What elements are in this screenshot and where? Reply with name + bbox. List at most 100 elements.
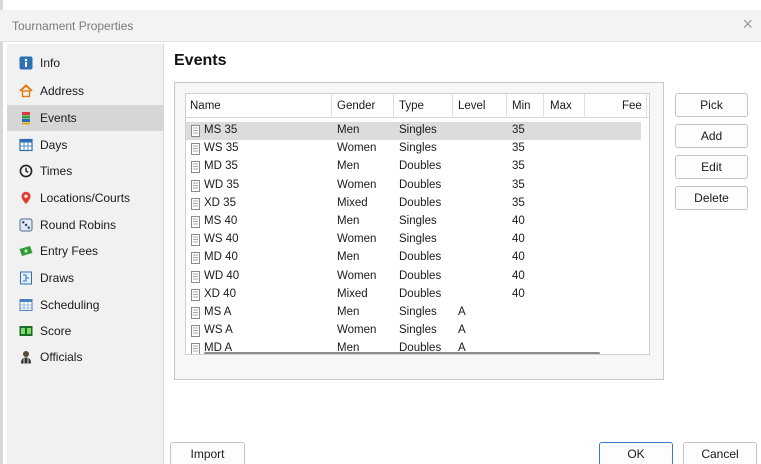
event-row-icon <box>191 252 200 267</box>
cell-type: Doubles <box>399 251 442 264</box>
table-row[interactable]: MS 35 Men Singles 35 <box>186 122 641 140</box>
cell-level: A <box>458 306 466 318</box>
column-header-level[interactable]: Level <box>458 100 486 112</box>
sidebar-item-times[interactable]: Times <box>7 158 164 184</box>
pick-button[interactable]: Pick <box>675 93 748 117</box>
sidebar-item-locations-courts[interactable]: Locations/Courts <box>7 185 164 211</box>
dice-icon <box>19 218 33 232</box>
column-divider[interactable] <box>543 94 544 118</box>
cell-name: WS A <box>204 324 233 337</box>
event-row-icon <box>191 216 200 231</box>
table-row[interactable]: WS 35 Women Singles 35 <box>186 140 641 158</box>
column-divider[interactable] <box>584 94 585 118</box>
sidebar-item-address[interactable]: Address <box>7 78 164 104</box>
cell-type: Singles <box>399 142 437 155</box>
column-divider[interactable] <box>506 94 507 118</box>
close-icon[interactable]: × <box>742 15 753 33</box>
cell-gender: Men <box>337 215 360 227</box>
cell-type: Doubles <box>399 196 442 209</box>
table-row[interactable]: XD 35 Mixed Doubles 35 <box>186 195 641 213</box>
sidebar-item-label: Locations/Courts <box>40 191 131 205</box>
horizontal-scrollbar[interactable] <box>204 352 600 354</box>
cell-gender: Women <box>337 233 377 246</box>
event-row-icon <box>191 234 200 249</box>
table-row[interactable]: XD 40 Mixed Doubles 40 <box>186 286 641 304</box>
table-row[interactable]: MS 40 Men Singles 40 <box>186 213 641 231</box>
edit-button[interactable]: Edit <box>675 155 748 179</box>
event-row-icon <box>191 161 200 176</box>
cell-min: 35 <box>512 124 525 136</box>
column-header-max[interactable]: Max <box>550 100 572 112</box>
sidebar-item-scheduling[interactable]: Scheduling <box>7 292 164 318</box>
sidebar-item-label: Info <box>40 56 61 70</box>
event-row-icon <box>191 343 200 354</box>
sidebar-item-label: Days <box>40 138 68 152</box>
title-bar: Tournament Properties × <box>0 10 761 42</box>
scoreboard-icon <box>19 324 33 338</box>
cancel-button[interactable]: Cancel <box>683 442 757 464</box>
add-button[interactable]: Add <box>675 124 748 148</box>
cell-name: XD 40 <box>204 287 236 300</box>
cell-gender: Men <box>337 306 360 318</box>
events-icon <box>19 111 33 125</box>
event-row-icon <box>191 325 200 340</box>
draw-sheet-icon <box>19 271 33 285</box>
table-row[interactable]: MD 35 Men Doubles 35 <box>186 158 641 176</box>
event-row-icon <box>191 143 200 158</box>
cell-name: MS A <box>204 306 232 318</box>
table-row[interactable]: WS A Women Singles A <box>186 322 641 340</box>
ok-button[interactable]: OK <box>599 442 673 464</box>
cell-gender: Mixed <box>337 287 368 300</box>
event-row-icon <box>191 270 200 286</box>
table-row[interactable]: WS 40 Women Singles 40 <box>186 231 641 249</box>
cell-name: WD 35 <box>204 178 240 191</box>
page-title: Events <box>174 52 227 69</box>
sidebar-item-entry-fees[interactable]: Entry Fees <box>7 238 164 264</box>
cell-gender: Women <box>337 142 377 155</box>
cell-gender: Men <box>337 124 360 136</box>
column-divider[interactable] <box>646 94 647 118</box>
window-title: Tournament Properties <box>12 19 134 33</box>
cell-type: Singles <box>399 124 437 136</box>
column-divider[interactable] <box>331 94 332 118</box>
column-header-name[interactable]: Name <box>190 100 221 112</box>
sidebar-item-events[interactable]: Events <box>7 105 164 131</box>
sidebar-item-label: Times <box>40 164 73 178</box>
sidebar-item-label: Entry Fees <box>40 244 99 258</box>
cell-name: WD 40 <box>204 269 240 282</box>
official-icon <box>19 350 33 364</box>
column-divider[interactable] <box>393 94 394 118</box>
table-row[interactable]: WD 35 Women Doubles 35 <box>186 177 641 195</box>
table-row[interactable]: WD 40 Women Doubles 40 <box>186 268 641 286</box>
events-panel: Name Gender Type Level Min Max Fee MS 35… <box>174 82 664 380</box>
sidebar-item-draws[interactable]: Draws <box>7 265 164 291</box>
table-row[interactable]: MS A Men Singles A <box>186 304 641 322</box>
cell-min: 40 <box>512 215 525 227</box>
column-divider[interactable] <box>452 94 453 118</box>
clock-icon <box>19 164 33 178</box>
sidebar-item-round-robins[interactable]: Round Robins <box>7 212 164 238</box>
column-header-fee[interactable]: Fee <box>622 100 642 112</box>
event-row-icon <box>191 125 200 140</box>
column-header-gender[interactable]: Gender <box>337 100 375 112</box>
import-button[interactable]: Import <box>170 442 245 464</box>
sidebar-item-label: Round Robins <box>40 218 117 232</box>
table-row[interactable]: MD 40 Men Doubles 40 <box>186 249 641 267</box>
cell-min: 35 <box>512 160 525 173</box>
cell-type: Singles <box>399 233 437 246</box>
sidebar-item-score[interactable]: Score <box>7 318 164 344</box>
home-icon <box>19 84 33 98</box>
calendar-icon <box>19 138 33 152</box>
table-header: Name Gender Type Level Min Max Fee <box>186 94 649 118</box>
column-header-type[interactable]: Type <box>399 100 424 112</box>
cell-min: 40 <box>512 251 525 264</box>
cell-gender: Women <box>337 324 377 337</box>
column-header-min[interactable]: Min <box>512 100 531 112</box>
sidebar-item-label: Events <box>40 111 77 125</box>
cell-level: A <box>458 324 466 337</box>
sidebar-item-info[interactable]: Info <box>7 50 164 76</box>
delete-button[interactable]: Delete <box>675 186 748 210</box>
sidebar-item-days[interactable]: Days <box>7 132 164 158</box>
sidebar-item-officials[interactable]: Officials <box>7 344 164 370</box>
cell-type: Doubles <box>399 178 442 191</box>
